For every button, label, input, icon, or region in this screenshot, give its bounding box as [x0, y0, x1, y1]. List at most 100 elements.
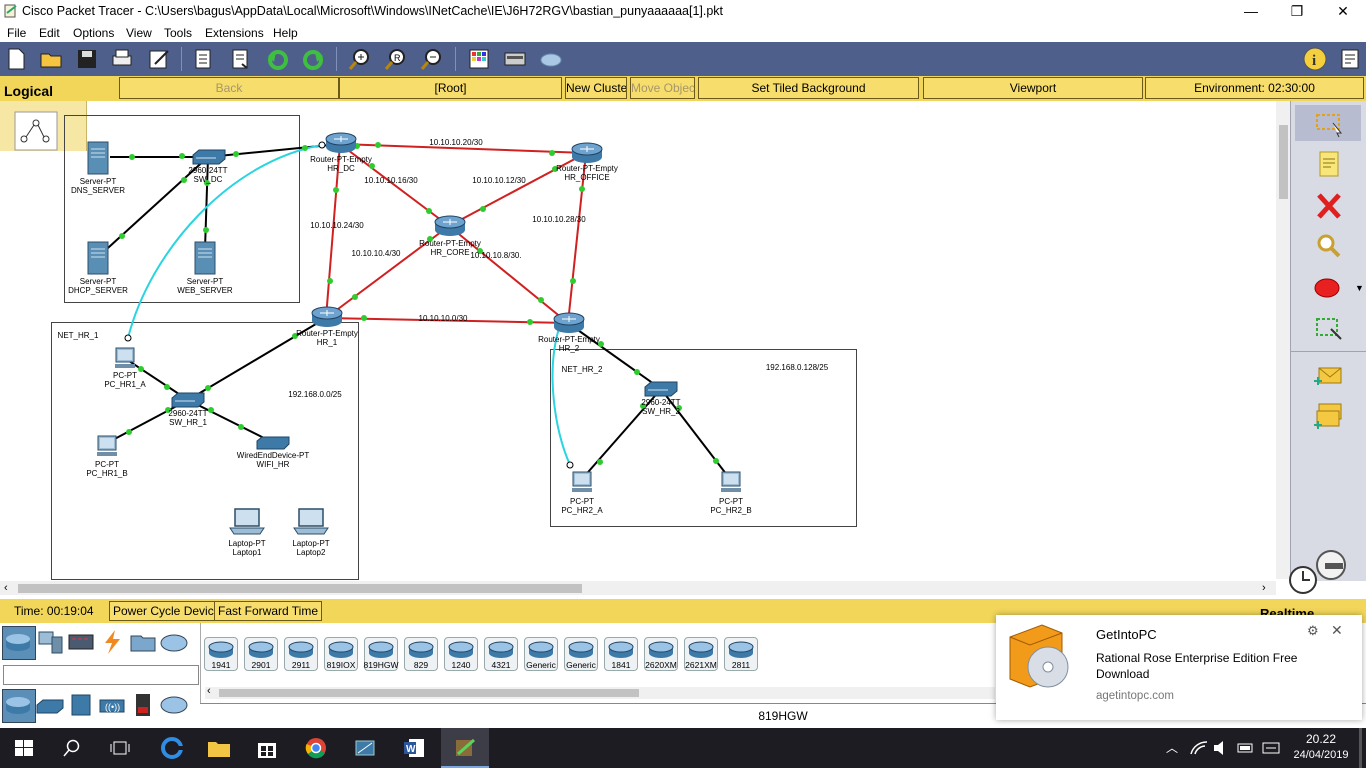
delete-icon[interactable]: [1311, 189, 1347, 223]
menu-tools[interactable]: Tools: [164, 26, 192, 40]
set-tiled-background-button[interactable]: Set Tiled Background: [698, 77, 919, 99]
search-icon[interactable]: [63, 739, 81, 757]
menu-file[interactable]: File: [7, 26, 26, 40]
wan-emulation-subcategory-icon[interactable]: [159, 691, 189, 719]
miscellaneous-category-icon[interactable]: [128, 628, 158, 656]
root-button[interactable]: [Root]: [339, 77, 562, 99]
network-info-icon[interactable]: [1337, 46, 1363, 72]
show-desktop-button[interactable]: [1359, 728, 1362, 768]
switches-subcategory-icon[interactable]: [35, 691, 65, 719]
activity-wizard-icon[interactable]: [146, 46, 172, 72]
show-hidden-icons-chevron-icon[interactable]: ︿: [1166, 739, 1178, 756]
horizontal-scrollbar[interactable]: ‹ ›: [0, 581, 1276, 595]
zoom-out-icon[interactable]: [419, 46, 445, 72]
packet-tracer-active-taskbar-icon[interactable]: [453, 737, 477, 759]
minimize-button[interactable]: —: [1228, 0, 1274, 24]
hr-dc-router-icon[interactable]: [325, 132, 357, 154]
wifi-hr-access-point-icon[interactable]: [256, 436, 290, 450]
redo-icon[interactable]: [300, 46, 326, 72]
hr-office-router-icon[interactable]: [571, 142, 603, 164]
menu-help[interactable]: Help: [273, 26, 298, 40]
menu-edit[interactable]: Edit: [39, 26, 60, 40]
hr-core-router-icon[interactable]: [434, 215, 466, 237]
task-view-icon[interactable]: [110, 740, 130, 756]
open-folder-icon[interactable]: [38, 46, 64, 72]
menu-options[interactable]: Options: [73, 26, 114, 40]
laptop2-icon[interactable]: [293, 508, 329, 536]
notification-toast[interactable]: GetIntoPC Rational Rose Enterprise Editi…: [996, 615, 1362, 720]
device-list-scroll-thumb[interactable]: [219, 689, 639, 697]
vertical-scroll-thumb[interactable]: [1279, 125, 1288, 199]
components-category-icon[interactable]: [66, 628, 96, 656]
device-list-scrollbar[interactable]: ‹: [205, 685, 995, 699]
logical-workspace[interactable]: Server-PT DNS_SERVER Server-PT DHCP_SERV…: [0, 101, 1290, 581]
environment-button[interactable]: Environment: 02:30:00: [1145, 77, 1364, 99]
hubs-subcategory-icon[interactable]: [66, 691, 96, 719]
wifi-icon[interactable]: [1190, 740, 1208, 756]
print-icon[interactable]: [109, 46, 135, 72]
toast-settings-gear-icon[interactable]: ⚙: [1307, 623, 1319, 639]
resize-shape-icon[interactable]: [1311, 311, 1347, 345]
draw-ellipse-icon[interactable]: [1311, 271, 1347, 305]
wireless-devices-subcategory-icon[interactable]: ((•)): [97, 691, 127, 719]
note-icon[interactable]: [1311, 147, 1347, 181]
volume-icon[interactable]: [1212, 740, 1230, 756]
web-server-icon[interactable]: [194, 241, 216, 275]
palette-icon[interactable]: [466, 46, 492, 72]
toast-close-icon[interactable]: ✕: [1331, 622, 1343, 639]
move-object-button[interactable]: Move Object: [630, 77, 695, 99]
battery-icon[interactable]: [1236, 740, 1256, 756]
vertical-scrollbar[interactable]: [1276, 101, 1290, 579]
multiuser-category-icon[interactable]: [159, 628, 189, 656]
laptop1-icon[interactable]: [229, 508, 265, 536]
inspect-icon[interactable]: [1311, 229, 1347, 263]
new-file-icon[interactable]: [3, 46, 29, 72]
paste-icon[interactable]: [228, 46, 254, 72]
power-cycle-devices-button[interactable]: Power Cycle Devices: [109, 601, 231, 621]
new-cluster-button[interactable]: New Cluster: [565, 77, 627, 99]
hr-1-router-icon[interactable]: [311, 306, 343, 328]
info-icon[interactable]: i: [1302, 46, 1328, 72]
logical-mode-label[interactable]: Logical: [0, 80, 114, 102]
keyboard-icon[interactable]: [1262, 739, 1280, 757]
file-explorer-icon[interactable]: [207, 738, 231, 758]
scroll-left-arrow-icon[interactable]: ‹: [207, 685, 211, 697]
fast-forward-time-button[interactable]: Fast Forward Time: [214, 601, 323, 621]
select-icon[interactable]: [1311, 107, 1347, 141]
windows-start-icon[interactable]: [15, 740, 33, 756]
zoom-reset-icon[interactable]: R: [383, 46, 409, 72]
close-window-button[interactable]: ✕: [1320, 0, 1366, 24]
back-button[interactable]: Back: [119, 77, 339, 99]
dns-server-icon[interactable]: [87, 141, 109, 175]
pc-hr2-b-icon[interactable]: [719, 470, 743, 494]
packet-tracer-taskbar-icon[interactable]: [353, 737, 377, 759]
clock-date[interactable]: 24/04/2019: [1290, 749, 1352, 761]
horizontal-scroll-thumb[interactable]: [18, 584, 582, 593]
save-icon[interactable]: [74, 46, 100, 72]
edge-browser-icon[interactable]: [161, 737, 183, 759]
menu-view[interactable]: View: [126, 26, 152, 40]
draw-tool-dropdown-icon[interactable]: ▼: [1355, 283, 1364, 293]
custom-devices-icon[interactable]: [502, 46, 528, 72]
chrome-icon[interactable]: [305, 737, 327, 759]
clock-time[interactable]: 20.22: [1296, 732, 1346, 746]
sw-hr-2-switch-icon[interactable]: [644, 381, 678, 397]
sw-dc-switch-icon[interactable]: [192, 149, 226, 165]
pc-hr1-b-icon[interactable]: [95, 434, 119, 458]
hr-2-router-icon[interactable]: [553, 312, 585, 334]
dhcp-server-icon[interactable]: [87, 241, 109, 275]
menu-extensions[interactable]: Extensions: [205, 26, 264, 40]
connections-category-icon[interactable]: [97, 628, 127, 656]
scroll-right-arrow-icon[interactable]: ›: [1262, 581, 1266, 595]
scroll-left-arrow-icon[interactable]: ‹: [4, 581, 8, 595]
zoom-in-icon[interactable]: [347, 46, 373, 72]
viewport-button[interactable]: Viewport: [923, 77, 1143, 99]
end-devices-category-icon[interactable]: [35, 628, 65, 656]
pc-hr1-a-icon[interactable]: [113, 346, 137, 370]
word-icon[interactable]: W: [403, 737, 425, 759]
add-complex-pdu-icon[interactable]: [1311, 399, 1347, 433]
sw-hr-1-switch-icon[interactable]: [171, 392, 205, 408]
realtime-mode-icon[interactable]: [1288, 565, 1318, 595]
add-simple-pdu-icon[interactable]: [1311, 359, 1347, 393]
cloud-icon[interactable]: [538, 46, 564, 72]
